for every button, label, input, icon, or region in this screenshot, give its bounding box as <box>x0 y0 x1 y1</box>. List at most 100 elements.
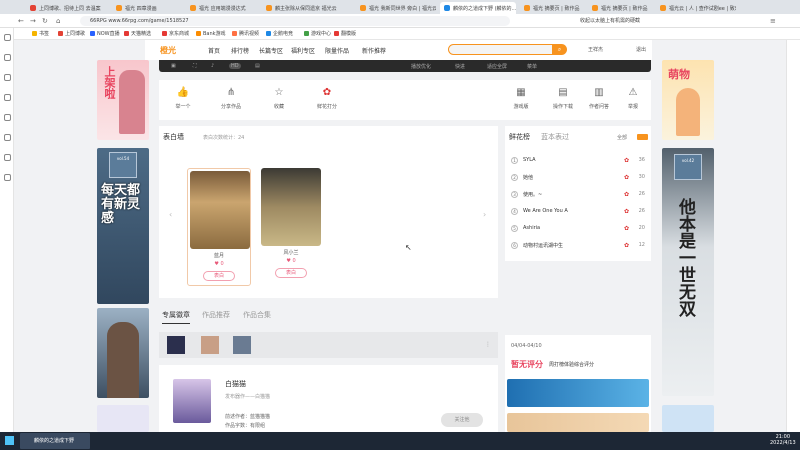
expand-icon[interactable]: ⋮ <box>485 341 491 348</box>
lower-tab[interactable]: 作品合集 <box>243 310 271 320</box>
right-ad-mid[interactable]: vol.42 他本是一世无双 <box>662 148 714 396</box>
browser-tab[interactable]: 上同博歌、招待上同 去温案 <box>26 2 108 14</box>
promo-banner-1[interactable] <box>507 379 649 407</box>
browser-tab[interactable]: 福光 摘要页 | 致作品 <box>588 2 652 14</box>
tag-icon[interactable] <box>4 134 11 141</box>
action-doc[interactable]: ▤ 操作下载 <box>543 87 583 110</box>
promo-banner-2[interactable] <box>507 413 649 432</box>
rank-row[interactable]: 1 SYLA ✿ 36 <box>511 154 645 166</box>
follow-button[interactable]: 关注他 <box>441 413 483 427</box>
search-icon[interactable] <box>4 74 11 81</box>
forward-icon[interactable]: → <box>30 17 36 25</box>
save-icon[interactable]: ▤ <box>255 63 260 69</box>
rank-row[interactable]: 6 动物村运讯湖中生 ✿ 12 <box>511 239 645 251</box>
browser-tab[interactable]: 福光 应用端漫漫达式 <box>186 2 258 14</box>
card-1-confess-button[interactable]: 表白 <box>203 271 235 281</box>
rank-filter-badge[interactable] <box>637 134 648 140</box>
quality-badge[interactable]: HD <box>229 63 241 69</box>
bookmark-item[interactable]: Bank游戏 <box>196 30 226 37</box>
rank-tab-0[interactable]: 鲜花榜 <box>509 132 530 142</box>
star-icon[interactable] <box>4 34 11 41</box>
action-thumb-up[interactable]: 👍 举一个 <box>163 87 203 110</box>
browser-tab[interactable]: 福光云 | 人 | 查作试剧ee | 致乐 <box>656 2 736 14</box>
list-icon[interactable] <box>4 54 11 61</box>
site-search-button[interactable]: ⌕ <box>552 44 567 55</box>
action-share[interactable]: ⋔ 分享作品 <box>211 87 251 110</box>
bookmark-item[interactable]: 京东商城 <box>162 30 189 37</box>
bookmark-item[interactable]: 书签 <box>32 30 49 37</box>
action-warning[interactable]: ⚠ 举报 <box>613 87 653 110</box>
site-nav-item[interactable]: 首页 <box>208 46 220 55</box>
rank-tab-1[interactable]: 蓝本表过 <box>541 132 569 142</box>
browser-tab[interactable]: 麟主张除从保同遗京 福光云 <box>262 2 352 14</box>
menu-icon[interactable]: ▣ <box>171 63 176 69</box>
browser-search-input[interactable]: 收起以太脑上有机需的硬截 <box>580 16 700 26</box>
right-ad-top[interactable]: 萌物 <box>662 60 714 140</box>
chat-icon[interactable] <box>4 94 11 101</box>
player-opt-3[interactable]: 菜单 <box>527 63 537 70</box>
start-icon[interactable] <box>5 436 14 445</box>
site-logo[interactable]: 橙光 <box>160 45 176 56</box>
bookmark-item[interactable]: 游戏中心 <box>304 30 331 37</box>
player-opt-0[interactable]: 播放优化 <box>411 63 431 70</box>
bookmark-item[interactable]: NOW直播 <box>90 30 120 37</box>
rank-row[interactable]: 2 她他 ✿ 30 <box>511 171 645 183</box>
doc-icon[interactable] <box>4 174 11 181</box>
site-nav-item[interactable]: 长篇专区 <box>259 46 283 55</box>
site-nav-item[interactable]: 排行榜 <box>231 46 249 55</box>
home-icon[interactable]: ⌂ <box>56 17 60 25</box>
browser-tab[interactable]: 福光 摘要页 | 致作品 <box>520 2 584 14</box>
lower-tab[interactable]: 专属徽章 <box>162 310 190 324</box>
site-nav-item[interactable]: 福利专区 <box>291 46 315 55</box>
bookmark-item[interactable]: 上同博歌 <box>58 30 85 37</box>
confession-card-2[interactable]: 风小兰 ♥ 0 表白 <box>261 168 321 278</box>
browser-tab[interactable]: 麟依的之道成下野 (麟依的... <box>440 2 516 14</box>
site-nav-item[interactable]: 限量作品 <box>325 46 349 55</box>
fullscreen-icon[interactable]: ⛶ <box>193 63 197 69</box>
game-icon[interactable] <box>4 114 11 121</box>
url-input[interactable]: 66RPG www.66rpg.com/game/1518527 <box>80 16 510 26</box>
weekly-promo[interactable]: 04/04-04/10 暂无评分 周打榜体验综合评分 <box>505 335 651 432</box>
left-ad-mid[interactable]: vol.54 每天都有新灵感 <box>97 148 149 304</box>
author-name[interactable]: 白猫猫 <box>225 379 246 389</box>
bookmark-item[interactable]: 翻模版 <box>334 30 356 37</box>
bookmark-item[interactable]: 天猫精选 <box>124 30 151 37</box>
action-flower[interactable]: ✿ 鲜花打分 <box>307 87 347 110</box>
rank-row[interactable]: 3 使用。~ ✿ 26 <box>511 188 645 200</box>
taskbar-app-button[interactable]: 麟依的之道成下野 <box>20 433 90 449</box>
site-search-input[interactable] <box>448 44 558 55</box>
player-opt-2[interactable]: 适应全屏 <box>487 63 507 70</box>
bookmark-item[interactable]: 企鹅电竞 <box>266 30 293 37</box>
tab-favicon-icon <box>592 5 598 11</box>
cart-icon[interactable] <box>4 154 11 161</box>
prev-arrow-icon[interactable]: ‹ <box>169 210 172 219</box>
action-grid[interactable]: ▦ 游戏版 <box>501 87 541 110</box>
logout-link[interactable]: 退出 <box>636 46 646 53</box>
rank-filter[interactable]: 全部 <box>617 134 627 141</box>
browser-tab[interactable]: 福光 我新同世界 旁白 | 福光云 <box>356 2 436 14</box>
bookmark-item[interactable]: 腾讯视频 <box>232 30 259 37</box>
volume-icon[interactable]: ♪ <box>211 63 214 69</box>
user-name[interactable]: 王祥杰 <box>588 46 603 53</box>
lower-tab[interactable]: 作品推荐 <box>202 310 230 320</box>
menu-icon[interactable]: ≡ <box>770 17 776 25</box>
action-star[interactable]: ☆ 收藏 <box>259 87 299 110</box>
refresh-icon[interactable]: ↻ <box>42 17 48 25</box>
next-arrow-icon[interactable]: › <box>483 210 486 219</box>
confession-card-1[interactable]: 蓝月 ♥ 0 表白 <box>187 168 251 286</box>
badge-thumb-3[interactable] <box>233 336 251 354</box>
left-ad-top[interactable]: 上架啦 <box>97 60 149 140</box>
rank-row[interactable]: 5 Ashiria ✿ 20 <box>511 222 645 234</box>
back-icon[interactable]: ← <box>18 17 24 25</box>
badge-thumb-1[interactable] <box>167 336 185 354</box>
card-2-confess-button[interactable]: 表白 <box>275 268 307 278</box>
player-opt-1[interactable]: 快进 <box>455 63 465 70</box>
badge-thumb-2[interactable] <box>201 336 219 354</box>
rank-row[interactable]: 4 We Are One You A ✿ 26 <box>511 205 645 217</box>
site-nav-item[interactable]: 新作推荐 <box>362 46 386 55</box>
left-ad-small[interactable] <box>97 405 149 432</box>
left-ad-bottom[interactable] <box>97 308 149 398</box>
author-avatar[interactable] <box>173 379 211 423</box>
browser-tab[interactable]: 福光 四章漫画 <box>112 2 182 14</box>
right-ad-small[interactable] <box>662 405 714 432</box>
